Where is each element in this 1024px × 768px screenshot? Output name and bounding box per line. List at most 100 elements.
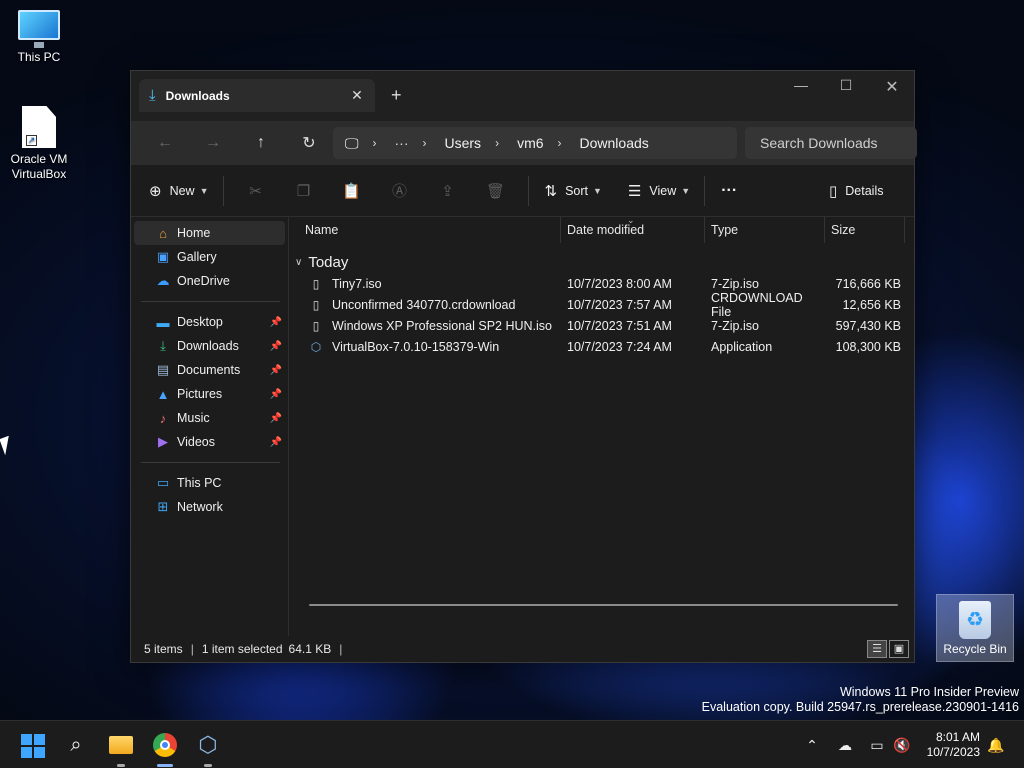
file-size: 716,666 KB — [835, 276, 901, 291]
running-indicator — [204, 764, 212, 767]
tab-close-button[interactable]: ✕ — [347, 87, 367, 104]
volume-muted-icon[interactable]: 🔇 — [892, 721, 912, 768]
download-icon: ⤓ — [160, 338, 166, 353]
details-view-icon: ☰ — [872, 643, 882, 655]
file-date: 10/7/2023 7:24 AM — [567, 339, 672, 354]
sidebar-item-label: Gallery — [177, 250, 217, 264]
column-header-size[interactable]: Size — [825, 217, 905, 243]
sidebar-item-network[interactable]: ⊞ Network — [131, 495, 288, 519]
file-date: 10/7/2023 7:57 AM — [567, 297, 672, 312]
taskbar-virtualbox[interactable]: ⬡ — [194, 731, 222, 767]
cut-icon[interactable]: ✂ — [232, 182, 280, 200]
column-header-name[interactable]: Name — [289, 217, 561, 243]
sort-chevron-icon: ⌄ — [627, 215, 635, 225]
paste-icon[interactable]: 📋 — [328, 182, 376, 200]
column-header-type[interactable]: Type — [705, 217, 825, 243]
sidebar-item-pictures[interactable]: ▲ Pictures 📌 — [131, 382, 288, 406]
sidebar-item-gallery[interactable]: ▣ Gallery — [131, 245, 288, 269]
clock[interactable]: 8:01 AM 10/7/2023 — [918, 730, 980, 760]
sidebar-item-this-pc[interactable]: ▭ This PC — [131, 471, 288, 495]
column-header-date[interactable]: Date modified ⌄ — [561, 215, 705, 243]
desktop-icon-this-pc[interactable]: This PC — [1, 10, 77, 65]
search-input[interactable]: Search Downloads — [745, 127, 917, 159]
large-icons-view-button[interactable]: ▣ — [889, 640, 909, 658]
rename-icon[interactable]: Ⓐ — [376, 180, 424, 201]
refresh-button[interactable]: ↻ — [285, 133, 333, 153]
file-list: Name Date modified ⌄ Type Size ∨ Today ▯… — [289, 215, 914, 636]
file-icon: ▯ — [312, 297, 320, 312]
start-button[interactable] — [18, 731, 46, 759]
file-row[interactable]: ▯ Unconfirmed 340770.crdownload 10/7/2023… — [289, 291, 914, 319]
sort-icon: ⇅ — [544, 182, 558, 200]
sidebar-item-desktop[interactable]: ▬ Desktop 📌 — [131, 310, 288, 334]
onedrive-icon[interactable]: ☁ — [834, 721, 856, 768]
divider — [222, 175, 224, 206]
search-icon[interactable]: ⌕ — [62, 731, 90, 759]
details-pane-icon: ▯ — [829, 182, 838, 200]
back-button[interactable]: ← — [141, 134, 189, 152]
chevron-right-icon[interactable]: › — [495, 136, 499, 150]
close-button[interactable]: ✕ — [869, 77, 915, 97]
selection-size: 64.1 KB — [288, 642, 332, 656]
horizontal-scrollbar[interactable] — [309, 604, 898, 606]
new-tab-button[interactable]: + — [391, 85, 402, 106]
pin-icon: 📌 — [269, 436, 282, 448]
sidebar-item-documents[interactable]: ▤ Documents 📌 — [131, 358, 288, 382]
item-count: 5 items — [144, 642, 183, 656]
file-row[interactable]: ⬡ VirtualBox-7.0.10-158379-Win 10/7/2023 … — [289, 336, 914, 357]
chevron-right-icon[interactable]: › — [558, 136, 562, 150]
status-separator: | — [339, 642, 343, 656]
breadcrumb-overflow-button[interactable]: ··· — [395, 135, 409, 151]
taskbar-file-explorer[interactable] — [107, 731, 135, 767]
large-icons-view-icon: ▣ — [893, 643, 905, 655]
desktop-icon-recycle-bin[interactable]: ♻ Recycle Bin — [936, 594, 1014, 662]
notification-bell-icon[interactable]: 🔔 — [986, 721, 1006, 768]
sidebar-item-videos[interactable]: ▶ Videos 📌 — [131, 430, 288, 454]
file-name: Windows XP Professional SP2 HUN.iso — [332, 318, 552, 333]
address-bar[interactable]: 🖵 › ··· › Users › vm6 › Downloads — [333, 127, 737, 159]
chevron-down-icon: ▼ — [681, 185, 691, 196]
more-options-button[interactable]: ··· — [721, 182, 737, 200]
group-header-today[interactable]: ∨ Today — [289, 243, 914, 273]
minimize-button[interactable]: — — [778, 77, 824, 93]
network-status-icon[interactable]: ▭ — [866, 721, 888, 768]
documents-icon: ▤ — [156, 362, 170, 377]
new-button[interactable]: ⊕ New ▼ — [149, 182, 209, 200]
divider — [141, 462, 280, 463]
file-icon: ▯ — [312, 276, 320, 291]
chevron-right-icon[interactable]: › — [423, 136, 427, 150]
forward-button[interactable]: → — [189, 134, 237, 152]
divider — [141, 301, 280, 302]
breadcrumb-downloads[interactable]: Downloads — [580, 135, 649, 151]
details-pane-button[interactable]: ▯ Details — [829, 182, 883, 200]
copy-icon[interactable]: ❐ — [280, 182, 328, 200]
breadcrumb-vm6[interactable]: vm6 — [517, 135, 543, 151]
sidebar-item-downloads[interactable]: ⤓ Downloads 📌 — [131, 334, 288, 358]
status-bar: 5 items | 1 item selected 64.1 KB | ☰ ▣ — [131, 636, 914, 662]
virtualbox-icon: ⬡ — [198, 732, 218, 757]
show-hidden-icons-button[interactable]: ⌃ — [802, 721, 822, 768]
sidebar-item-label: Downloads — [177, 339, 239, 353]
pc-icon[interactable]: 🖵 — [345, 135, 359, 152]
up-button[interactable]: ↑ — [237, 134, 285, 152]
taskbar-chrome[interactable] — [151, 731, 179, 767]
sidebar-item-onedrive[interactable]: ☁ OneDrive — [131, 269, 288, 293]
file-name: Tiny7.iso — [332, 276, 382, 291]
tab-downloads[interactable]: ⤓ Downloads ✕ — [139, 79, 375, 112]
view-button[interactable]: ☰ View ▼ — [628, 182, 690, 200]
file-type: 7-Zip.iso — [711, 276, 759, 291]
file-type: CRDOWNLOAD File — [711, 290, 803, 319]
share-icon[interactable]: ⇪ — [424, 182, 472, 200]
sort-button[interactable]: ⇅ Sort ▼ — [545, 182, 602, 200]
windows-logo-icon — [18, 731, 46, 761]
details-view-button[interactable]: ☰ — [867, 640, 887, 658]
delete-icon[interactable]: 🗑 — [472, 182, 520, 200]
breadcrumb-users[interactable]: Users — [445, 135, 482, 151]
divider — [527, 175, 529, 206]
desktop-icon-virtualbox[interactable]: ↗ Oracle VM VirtualBox — [1, 106, 77, 182]
sidebar-item-home[interactable]: ⌂ Home — [134, 221, 285, 245]
sidebar-item-music[interactable]: ♪ Music 📌 — [131, 406, 288, 430]
maximize-button[interactable]: ☐ — [823, 77, 869, 94]
chevron-right-icon[interactable]: › — [373, 136, 377, 150]
file-row[interactable]: ▯ Windows XP Professional SP2 HUN.iso 10/… — [289, 315, 914, 336]
